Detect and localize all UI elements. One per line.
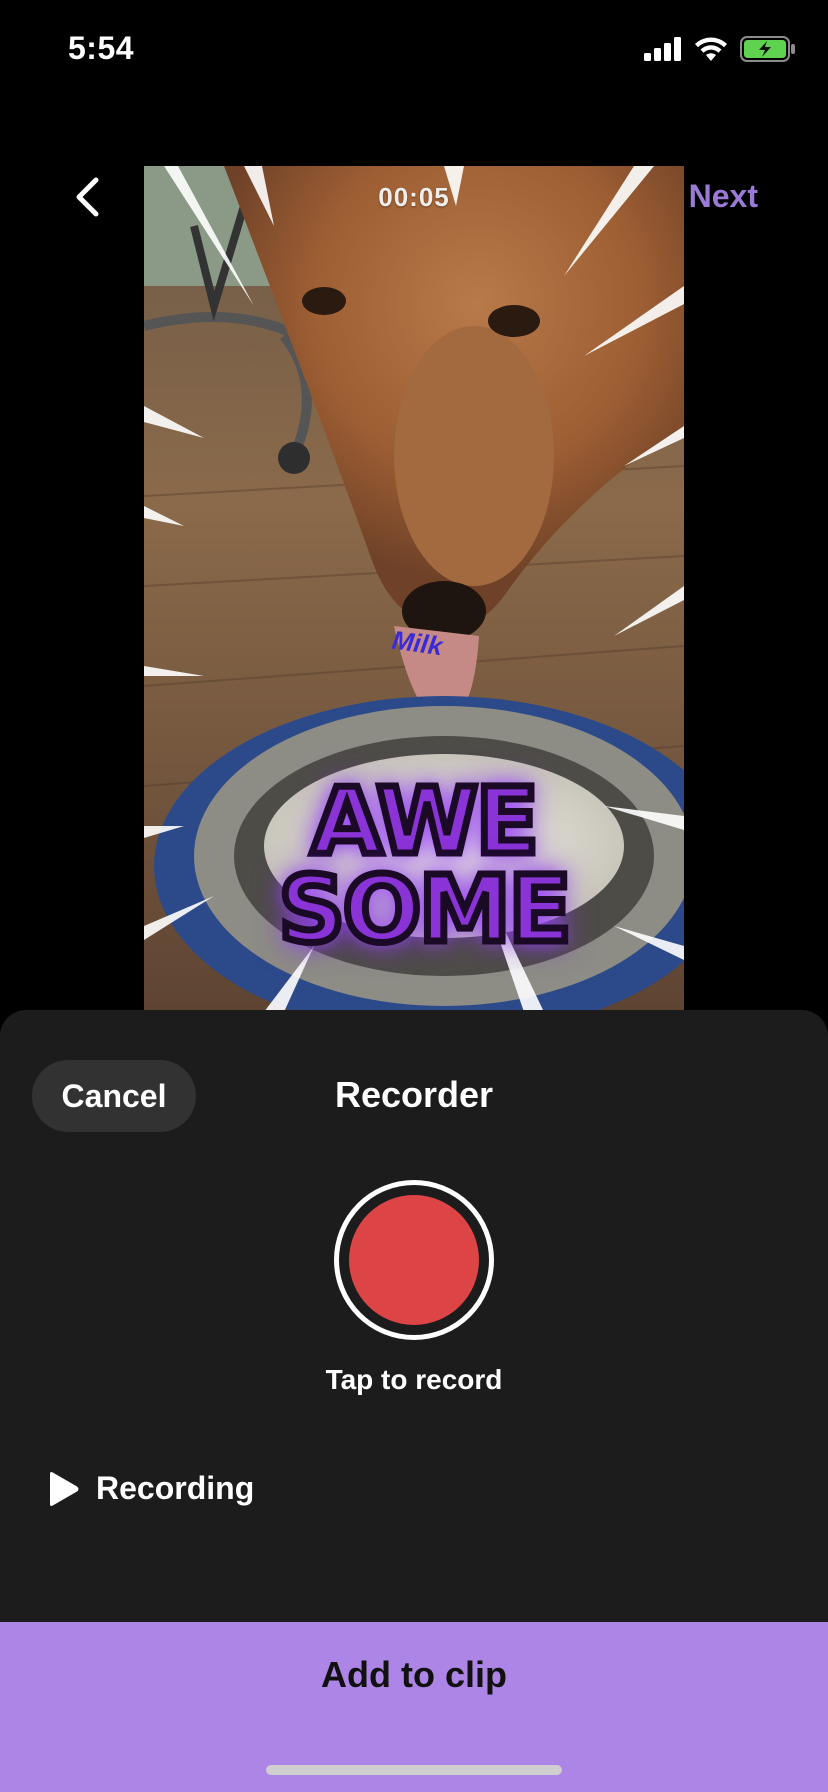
- recording-label: Recording: [96, 1470, 255, 1506]
- cellular-signal-icon: [644, 37, 681, 61]
- sticker-awesome-line1: AWE: [308, 768, 542, 875]
- recording-playback[interactable]: Recording: [46, 1470, 254, 1507]
- record-button[interactable]: [334, 1180, 494, 1340]
- status-icons: [644, 36, 796, 62]
- sticker-awesome[interactable]: AWE SOME: [274, 768, 575, 963]
- add-to-clip-label: Add to clip: [321, 1654, 507, 1695]
- sheet-title: Recorder: [334, 1074, 494, 1115]
- sticker-awesome-line2: SOME: [275, 856, 575, 963]
- next-button[interactable]: Next: [689, 178, 758, 215]
- video-preview[interactable]: 00:05 Milk AWE SOME: [144, 166, 684, 1012]
- back-button[interactable]: [62, 172, 112, 222]
- status-time: 5:54: [68, 30, 135, 66]
- recorder-sheet: Cancel Recorder Tap to record Recording: [0, 1010, 828, 1622]
- battery-charging-icon: [740, 36, 795, 62]
- status-bar: 5:54: [0, 0, 828, 100]
- wifi-icon: [695, 37, 727, 61]
- chevron-left-icon: [76, 177, 99, 217]
- record-hint: Tap to record: [325, 1364, 503, 1395]
- home-indicator: [266, 1765, 562, 1775]
- record-dot-icon: [349, 1195, 479, 1325]
- play-icon: [50, 1471, 79, 1506]
- timecode: 00:05: [378, 182, 450, 212]
- add-to-clip-button[interactable]: Add to clip: [0, 1622, 828, 1792]
